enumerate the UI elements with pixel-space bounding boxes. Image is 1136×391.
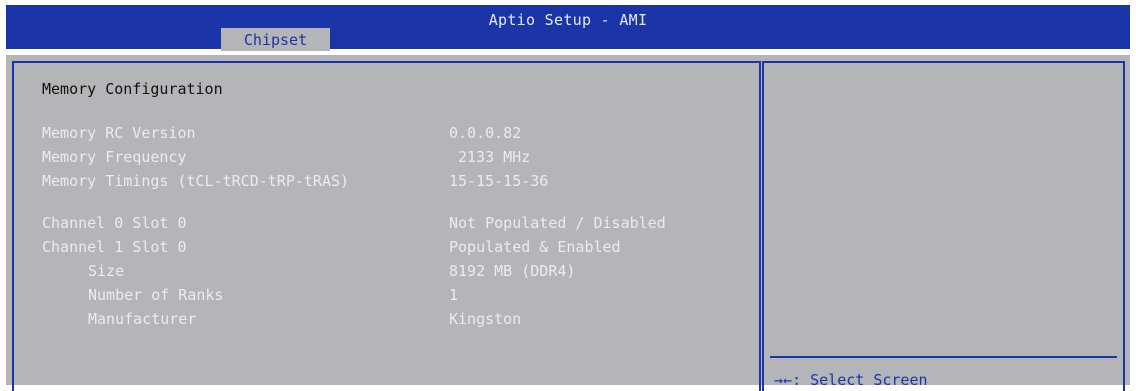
channel-1-slot-0-label: Channel 1 Slot 0 (42, 238, 187, 256)
app-title: Aptio Setup - AMI (488, 11, 648, 29)
channel-0-slot-0-label: Channel 0 Slot 0 (42, 214, 187, 232)
channel-0-slot-0-value: Not Populated / Disabled (449, 214, 666, 232)
memory-timings-label: Memory Timings (tCL-tRCD-tRP-tRAS) (42, 172, 350, 190)
help-divider (770, 356, 1117, 358)
manufacturer-label: Manufacturer (88, 310, 197, 328)
settings-pane: Memory Configuration Memory RC Version 0… (12, 61, 761, 391)
help-pane: →←: Select Screen (762, 61, 1125, 391)
main-panel: Memory Configuration Memory RC Version 0… (6, 55, 1130, 391)
arrow-keys-icon: →← (774, 371, 793, 389)
memory-frequency-label: Memory Frequency (42, 148, 187, 166)
size-value: 8192 MB (DDR4) (449, 262, 576, 280)
memory-rc-version-value: 0.0.0.82 (449, 124, 522, 142)
section-title: Memory Configuration (42, 80, 223, 98)
number-of-ranks-value: 1 (449, 286, 459, 304)
memory-frequency-value: 2133 MHz (458, 148, 531, 166)
help-select-screen-text: : Select Screen (792, 371, 928, 389)
tab-chipset[interactable]: Chipset (221, 28, 330, 51)
number-of-ranks-label: Number of Ranks (88, 286, 224, 304)
manufacturer-value: Kingston (449, 310, 522, 328)
help-select-screen: →←: Select Screen (774, 371, 928, 389)
memory-timings-value: 15-15-15-36 (449, 172, 549, 190)
channel-1-slot-0-value: Populated & Enabled (449, 238, 621, 256)
bios-title-bar: Aptio Setup - AMI (6, 5, 1130, 49)
size-label: Size (88, 262, 125, 280)
memory-rc-version-label: Memory RC Version (42, 124, 196, 142)
